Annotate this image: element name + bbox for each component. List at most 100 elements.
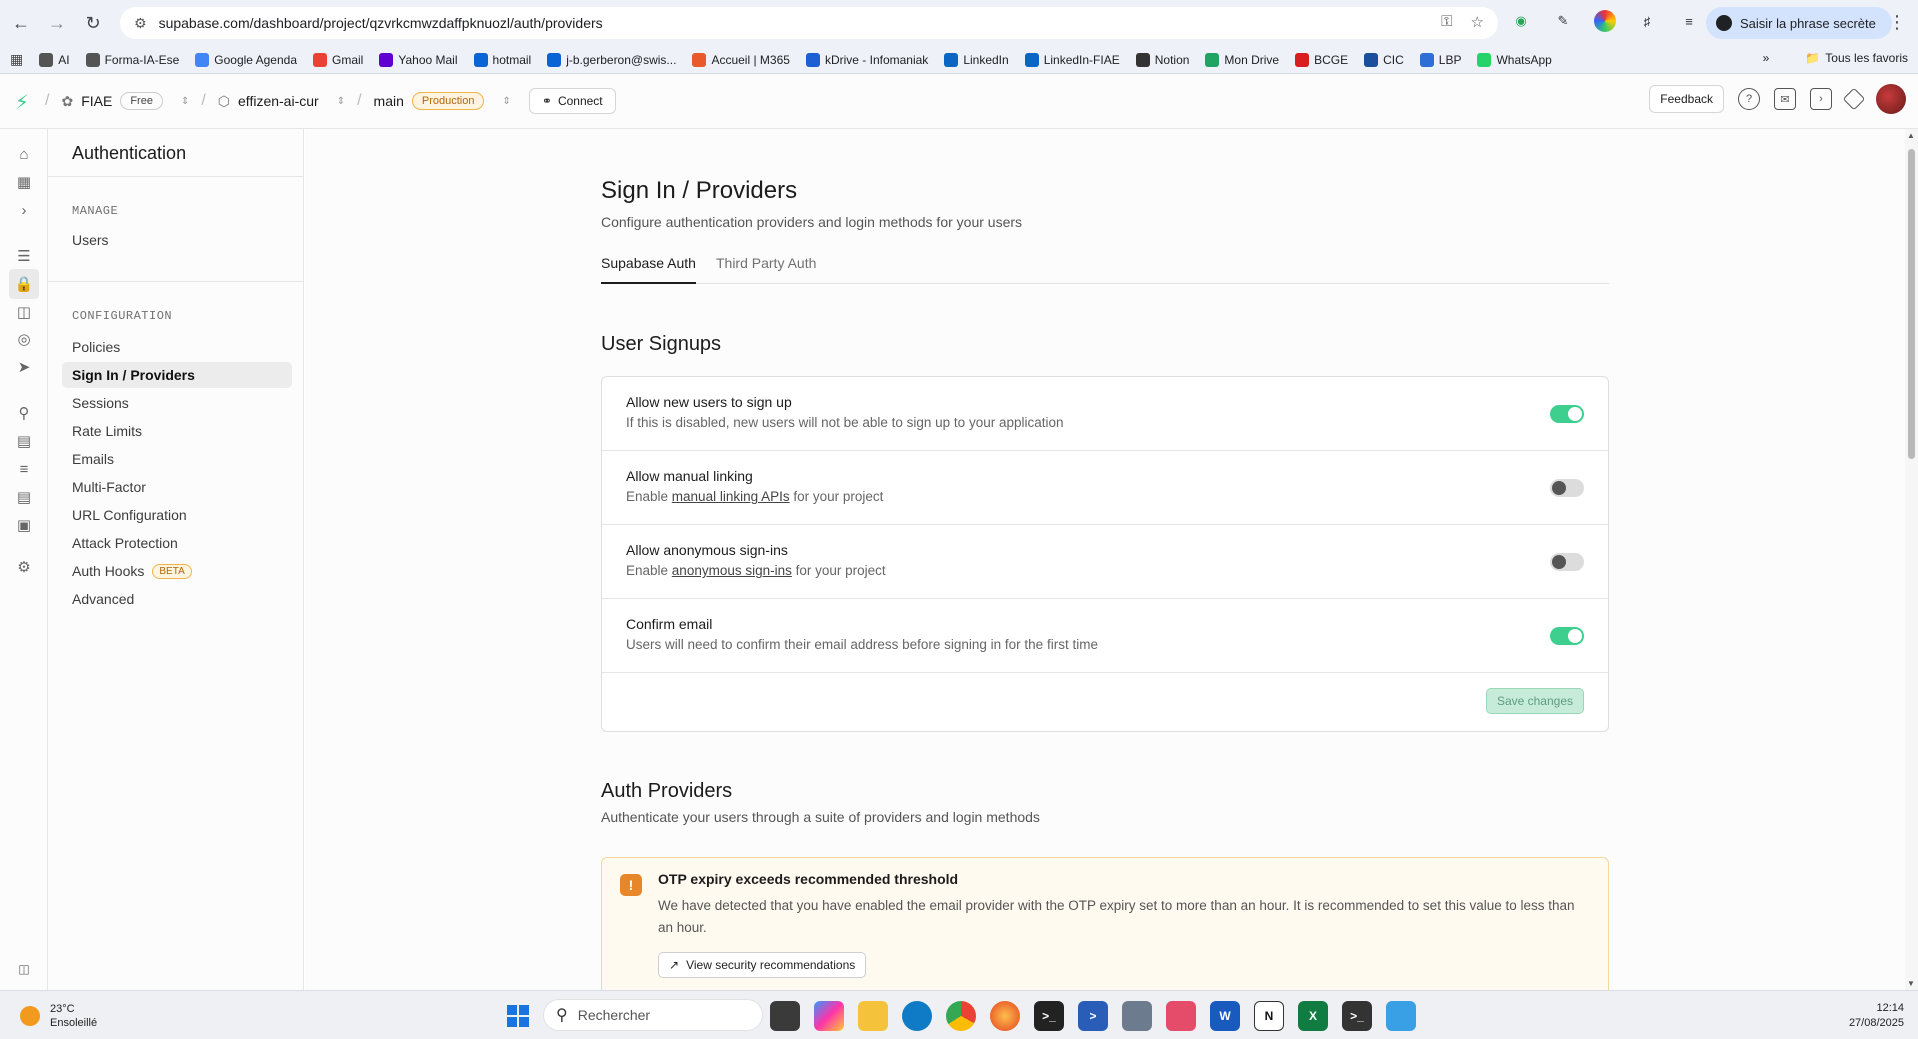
bookmark-item[interactable]: Gmail [313, 52, 363, 67]
bookmark-item[interactable]: Accueil | M365 [692, 52, 790, 67]
bookmark-item[interactable]: LBP [1419, 52, 1461, 67]
sidebar-item-sessions[interactable]: Sessions [62, 390, 292, 416]
edge-icon[interactable] [902, 1001, 932, 1031]
main-scrollbar[interactable]: ▲ ▼ [1905, 129, 1918, 990]
integrations-icon[interactable]: ▣ [14, 515, 34, 535]
windows-start-icon[interactable] [507, 1005, 529, 1027]
auth-lock-icon[interactable]: 🔒 [9, 269, 39, 299]
site-info-icon[interactable]: ⚙ [134, 15, 147, 32]
bookmark-item[interactable]: LinkedIn [944, 52, 1009, 67]
bookmark-item[interactable]: CIC [1364, 52, 1404, 67]
sidebar-item-sign-in-providers[interactable]: Sign In / Providers [62, 362, 292, 388]
bookmark-star-icon[interactable]: ☆ [1471, 13, 1484, 31]
password-key-icon[interactable]: ⚿ [1441, 13, 1452, 31]
sidebar-item-auth-hooks[interactable]: Auth Hooks BETA [62, 558, 292, 584]
apps-grid-icon[interactable]: ▦ [10, 51, 23, 68]
scroll-up-icon[interactable]: ▲ [1907, 131, 1915, 140]
settings-gear-icon[interactable]: ⚙ [14, 557, 34, 577]
snipping-tool-icon[interactable] [1166, 1001, 1196, 1031]
edge-functions-icon[interactable]: ◎ [14, 329, 34, 349]
bookmark-item[interactable]: Yahoo Mail [379, 52, 458, 67]
taskbar-search[interactable]: ⚲ Rechercher [543, 999, 763, 1031]
collapse-sidebar-icon[interactable]: ◫ [14, 959, 34, 979]
sidebar-item-url-configuration[interactable]: URL Configuration [62, 502, 292, 528]
supabase-logo-icon[interactable]: ⚡ [15, 90, 33, 114]
avatar[interactable] [1876, 84, 1906, 114]
storage-icon[interactable]: ◫ [14, 302, 34, 322]
reload-icon[interactable]: ↻ [78, 8, 108, 38]
pen-extension-icon[interactable]: ✎ [1552, 10, 1574, 32]
terminal-icon[interactable]: >_ [1034, 1001, 1064, 1031]
sidebar-item-multi-factor[interactable]: Multi-Factor [62, 474, 292, 500]
more-bookmarks-icon[interactable]: » [1763, 51, 1770, 65]
sidebar-item-attack-protection[interactable]: Attack Protection [62, 530, 292, 556]
table-editor-icon[interactable]: ▦ [14, 172, 34, 192]
tab-third-party-auth[interactable]: Third Party Auth [716, 247, 816, 284]
inbox-icon[interactable]: ✉ [1774, 88, 1796, 110]
bookmark-item[interactable]: j-b.gerberon@swis... [547, 52, 676, 67]
allow-signup-toggle[interactable] [1550, 405, 1584, 423]
tab-supabase-auth[interactable]: Supabase Auth [601, 247, 696, 284]
advisors-icon[interactable]: ⚲ [14, 403, 34, 423]
sidebar-item-policies[interactable]: Policies [62, 334, 292, 360]
extension-green-icon[interactable]: ◉ [1510, 10, 1532, 32]
color-extension-icon[interactable] [1594, 10, 1616, 32]
anonymous-signin-toggle[interactable] [1550, 553, 1584, 571]
sql-editor-icon[interactable]: › [14, 200, 34, 220]
terminal-icon[interactable]: › [1810, 88, 1832, 110]
task-view-icon[interactable] [770, 1001, 800, 1031]
media-control-icon[interactable]: ≡ [1678, 10, 1700, 32]
logs-icon[interactable]: ≡ [14, 459, 34, 479]
sidebar-item-users[interactable]: Users [62, 227, 292, 253]
api-docs-icon[interactable]: ▤ [14, 487, 34, 507]
help-icon[interactable]: ? [1738, 88, 1760, 110]
chrome-icon[interactable] [946, 1001, 976, 1031]
bookmark-item[interactable]: LinkedIn-FIAE [1024, 52, 1120, 67]
browser-menu-icon[interactable]: ⋮ [1888, 12, 1906, 33]
confirm-email-toggle[interactable] [1550, 627, 1584, 645]
bookmark-item[interactable]: BCGE [1295, 52, 1348, 67]
console-icon[interactable]: >_ [1342, 1001, 1372, 1031]
word-icon[interactable]: W [1210, 1001, 1240, 1031]
file-explorer-icon[interactable] [858, 1001, 888, 1031]
sidebar-item-rate-limits[interactable]: Rate Limits [62, 418, 292, 444]
powershell-icon[interactable]: > [1078, 1001, 1108, 1031]
scrollbar-thumb[interactable] [1908, 149, 1915, 459]
manual-linking-toggle[interactable] [1550, 479, 1584, 497]
extensions-puzzle-icon[interactable]: ♯ [1636, 10, 1658, 32]
realtime-icon[interactable]: ➤ [14, 357, 34, 377]
system-clock[interactable]: 12:14 27/08/2025 [1849, 1001, 1904, 1031]
scroll-down-icon[interactable]: ▼ [1907, 979, 1915, 988]
project-selector[interactable]: ⬡ effizen-ai-cur ⇕ [218, 93, 345, 110]
bookmark-item[interactable]: Google Agenda [195, 52, 297, 67]
address-bar[interactable]: ⚙ supabase.com/dashboard/project/qzvrkcm… [120, 7, 1498, 39]
view-security-recommendations-button[interactable]: ↗ View security recommendations [658, 952, 867, 978]
assistant-icon[interactable] [1842, 87, 1866, 111]
connect-button[interactable]: ⚭ Connect [528, 88, 616, 114]
anonymous-sign-ins-link[interactable]: anonymous sign-ins [672, 563, 792, 578]
copilot-icon[interactable] [814, 1001, 844, 1031]
database-icon[interactable]: ☰ [14, 246, 34, 266]
chevron-updown-icon[interactable]: ⇕ [502, 96, 510, 107]
passphrase-button[interactable]: Saisir la phrase secrète [1706, 7, 1892, 39]
back-icon[interactable]: ← [6, 8, 36, 38]
bookmark-item[interactable]: Forma-IA-Ese [85, 52, 179, 67]
save-changes-button[interactable]: Save changes [1485, 688, 1584, 714]
forward-icon[interactable]: → [42, 8, 72, 38]
bookmark-item[interactable]: hotmail [473, 52, 531, 67]
excel-icon[interactable]: X [1298, 1001, 1328, 1031]
manual-linking-link[interactable]: manual linking APIs [672, 489, 790, 504]
notion-icon[interactable]: N [1254, 1001, 1284, 1031]
camera-icon[interactable] [1122, 1001, 1152, 1031]
bookmark-item[interactable]: kDrive - Infomaniak [805, 52, 928, 67]
feedback-button[interactable]: Feedback [1649, 85, 1724, 113]
sidebar-item-advanced[interactable]: Advanced [62, 586, 292, 612]
reports-icon[interactable]: ▤ [14, 431, 34, 451]
chevron-updown-icon[interactable]: ⇕ [181, 96, 189, 107]
bookmark-item[interactable]: Mon Drive [1205, 52, 1279, 67]
bookmark-item[interactable]: WhatsApp [1477, 52, 1552, 67]
all-bookmarks-folder[interactable]: 📁 Tous les favoris [1805, 51, 1908, 65]
firefox-icon[interactable] [990, 1001, 1020, 1031]
home-icon[interactable]: ⌂ [14, 144, 34, 164]
bookmark-item[interactable]: AI [39, 52, 70, 67]
